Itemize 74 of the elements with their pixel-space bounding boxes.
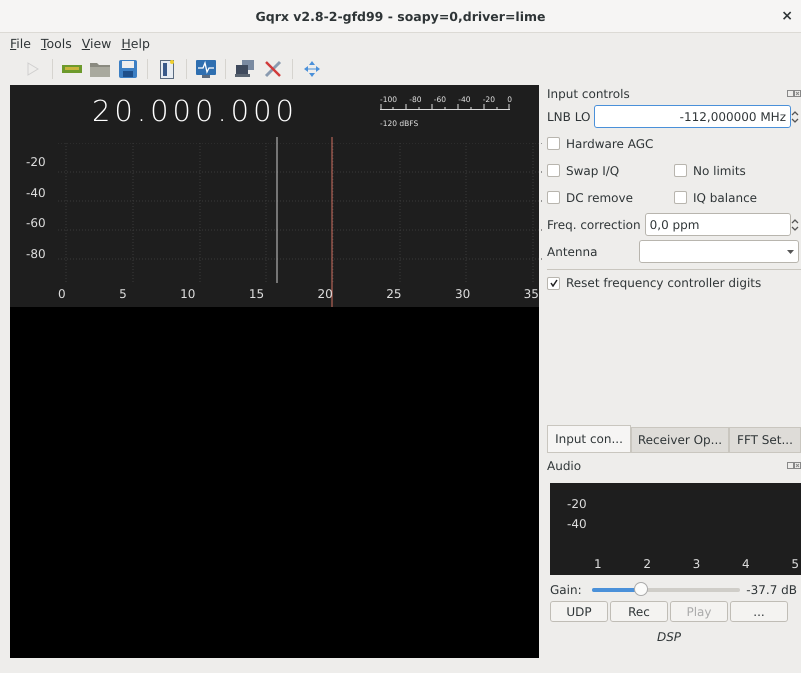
close-button[interactable]: × [781, 8, 793, 24]
axis-label: -40 [26, 186, 47, 200]
checkbox[interactable] [547, 276, 560, 290]
axis-label: 15 [248, 287, 264, 301]
toolbar-button[interactable] [195, 58, 217, 80]
freq-correction-field[interactable]: 0,0 ppm [644, 213, 791, 236]
dropdown-arrow-icon [787, 250, 794, 254]
menu-item[interactable]: Help [121, 36, 156, 50]
field-label: LNB LO [547, 110, 590, 124]
document-icon [160, 60, 174, 78]
axis-label: -80 [26, 246, 47, 261]
window-title: Gqrx v2.8-2-gfd99 - soapy=0,driver=lime [256, 8, 546, 24]
gain-reading: -37.7 dB [746, 583, 797, 597]
axis-label: 1 [594, 557, 602, 571]
checkbox[interactable] [674, 191, 687, 204]
toolbar-button[interactable] [234, 58, 256, 80]
spin-arrows-icon[interactable] [791, 110, 799, 124]
axis-label: 30 [454, 287, 470, 301]
toolbar-button[interactable] [262, 58, 284, 80]
audio-button[interactable]: UDP [550, 601, 608, 622]
axis-label: -20 [26, 155, 47, 170]
axis-label: 2 [643, 557, 651, 571]
checkbox-label: No limits [693, 164, 746, 178]
axis-label: 10 [180, 287, 196, 301]
menu-item[interactable]: File [10, 36, 37, 50]
save-icon [119, 60, 137, 78]
checkbox[interactable] [547, 191, 560, 204]
dock-title: DSP [656, 630, 682, 644]
axis-label: 5 [791, 557, 799, 571]
checkbox[interactable] [674, 164, 687, 177]
waveform-monitor-icon [196, 60, 216, 78]
checkbox[interactable] [547, 164, 560, 177]
menu-item[interactable]: View [82, 36, 118, 50]
antenna-dropdown[interactable] [639, 240, 799, 263]
axis-label: -40 [567, 517, 588, 531]
computers-icon [235, 60, 255, 78]
axis-label: -20 [567, 497, 588, 511]
checkbox-label: DC remove [566, 190, 634, 204]
dock-buttons-icon[interactable] [787, 462, 801, 470]
frequency-display[interactable]: 20.000.000 [10, 94, 380, 128]
play-icon [27, 62, 39, 76]
axis-label: -60 [26, 216, 47, 230]
slider-label: Gain: [550, 583, 582, 597]
audio-button[interactable]: Rec [610, 601, 668, 622]
tab[interactable]: FFT Set... [729, 427, 801, 452]
lnb-lo-field[interactable]: -112,000000 MHz [594, 105, 791, 128]
checkbox-label: IQ balance [693, 190, 758, 204]
panel-title: Audio [547, 459, 582, 473]
field-label: Antenna [547, 244, 598, 258]
audio-button[interactable]: ... [730, 601, 788, 622]
checkbox-label: Hardware AGC [566, 136, 654, 150]
axis-label: 4 [742, 557, 750, 571]
checkbox[interactable] [547, 137, 560, 150]
gain-slider[interactable] [592, 583, 740, 597]
axis-label: 35 [524, 287, 539, 301]
circuit-board-icon [62, 63, 82, 75]
spin-arrows-icon[interactable] [791, 218, 799, 232]
tab[interactable]: Receiver Op... [631, 427, 729, 452]
dock-buttons-icon[interactable] [787, 90, 801, 98]
checkbox-label: Swap I/Q [566, 164, 620, 178]
move-arrows-icon [303, 60, 321, 78]
checkbox-label: Reset frequency controller digits [566, 276, 762, 290]
panel-title: Input controls [547, 87, 630, 101]
field-label: Freq. correction [547, 218, 641, 232]
axis-label: 5 [119, 287, 127, 301]
slider-thumb[interactable] [634, 582, 648, 596]
folder-icon [90, 61, 110, 77]
meter-scale-icon [380, 104, 510, 112]
toolbar-button[interactable] [117, 58, 139, 80]
axis-label: 3 [692, 557, 700, 571]
menu-item[interactable]: Tools [40, 36, 78, 50]
tab[interactable]: Input con... [547, 425, 631, 452]
axis-label: 25 [386, 287, 402, 301]
axis-label: 0 [58, 287, 66, 301]
